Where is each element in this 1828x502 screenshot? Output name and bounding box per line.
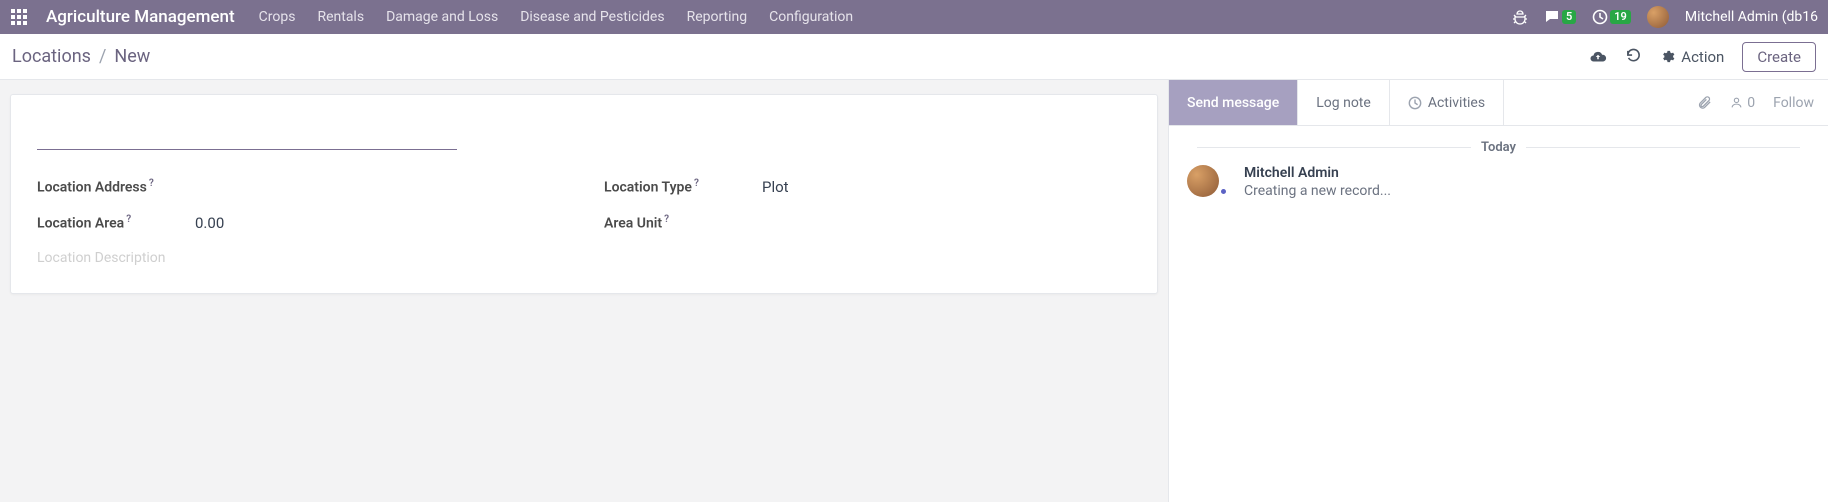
help-icon[interactable]: ?	[149, 178, 154, 189]
cloud-upload-icon[interactable]	[1589, 48, 1607, 66]
help-icon[interactable]: ?	[126, 214, 131, 225]
action-label: Action	[1681, 48, 1724, 66]
label-area-unit: Area Unit?	[604, 214, 762, 232]
presence-indicator	[1219, 187, 1228, 196]
label-location-address: Location Address?	[37, 178, 195, 196]
message-body: Creating a new record...	[1244, 183, 1391, 199]
nav-menus: Crops Rentals Damage and Loss Disease an…	[259, 9, 853, 25]
location-description-placeholder[interactable]: Location Description	[37, 250, 564, 266]
nav-reporting[interactable]: Reporting	[687, 9, 748, 25]
value-location-area[interactable]: 0.00	[195, 214, 224, 232]
location-name-input[interactable]	[37, 117, 457, 150]
label-location-area: Location Area?	[37, 214, 195, 232]
avatar[interactable]	[1647, 6, 1669, 28]
user-icon	[1730, 96, 1743, 109]
activity-icon[interactable]: 19	[1592, 9, 1631, 25]
nav-configuration[interactable]: Configuration	[769, 9, 853, 25]
breadcrumb-root[interactable]: Locations	[12, 46, 91, 67]
messaging-badge: 5	[1562, 10, 1576, 24]
apps-icon[interactable]	[10, 8, 28, 26]
bug-icon[interactable]	[1512, 9, 1528, 25]
tab-log-note[interactable]: Log note	[1298, 80, 1390, 125]
follow-button[interactable]: Follow	[1773, 95, 1814, 111]
chatter-message: Mitchell Admin Creating a new record...	[1187, 165, 1810, 199]
help-icon[interactable]: ?	[694, 178, 699, 189]
value-location-type[interactable]: Plot	[762, 178, 789, 196]
user-name[interactable]: Mitchell Admin (db16	[1685, 9, 1818, 25]
form-sheet: Location Address? Location Area? 0.00 Lo…	[10, 94, 1158, 294]
nav-rentals[interactable]: Rentals	[317, 9, 364, 25]
avatar[interactable]	[1187, 165, 1219, 197]
tab-activities[interactable]: Activities	[1390, 80, 1504, 125]
breadcrumb-current: New	[114, 46, 150, 67]
chatter-date-separator: Today	[1187, 140, 1810, 155]
help-icon[interactable]: ?	[664, 214, 669, 225]
discard-icon[interactable]	[1625, 48, 1642, 65]
nav-crops[interactable]: Crops	[259, 9, 296, 25]
breadcrumb-separator: /	[99, 46, 106, 67]
create-button[interactable]: Create	[1742, 42, 1816, 72]
clock-icon	[1408, 96, 1422, 110]
label-location-type: Location Type?	[604, 178, 762, 196]
breadcrumb: Locations / New	[12, 46, 150, 67]
attachment-icon[interactable]	[1697, 95, 1712, 110]
messaging-icon[interactable]: 5	[1544, 9, 1576, 25]
nav-disease[interactable]: Disease and Pesticides	[520, 9, 664, 25]
systray: 5 19 Mitchell Admin (db16	[1512, 6, 1818, 28]
tab-send-message[interactable]: Send message	[1169, 80, 1298, 125]
nav-damage[interactable]: Damage and Loss	[386, 9, 498, 25]
activity-badge: 19	[1610, 10, 1631, 24]
chatter: Send message Log note Activities 0 Follo…	[1168, 80, 1828, 502]
followers-count[interactable]: 0	[1730, 95, 1755, 111]
top-navbar: Agriculture Management Crops Rentals Dam…	[0, 0, 1828, 34]
gear-icon	[1660, 49, 1675, 64]
control-panel: Locations / New Action Create	[0, 34, 1828, 80]
message-author: Mitchell Admin	[1244, 165, 1391, 181]
app-brand[interactable]: Agriculture Management	[46, 7, 235, 27]
action-dropdown[interactable]: Action	[1660, 48, 1724, 66]
